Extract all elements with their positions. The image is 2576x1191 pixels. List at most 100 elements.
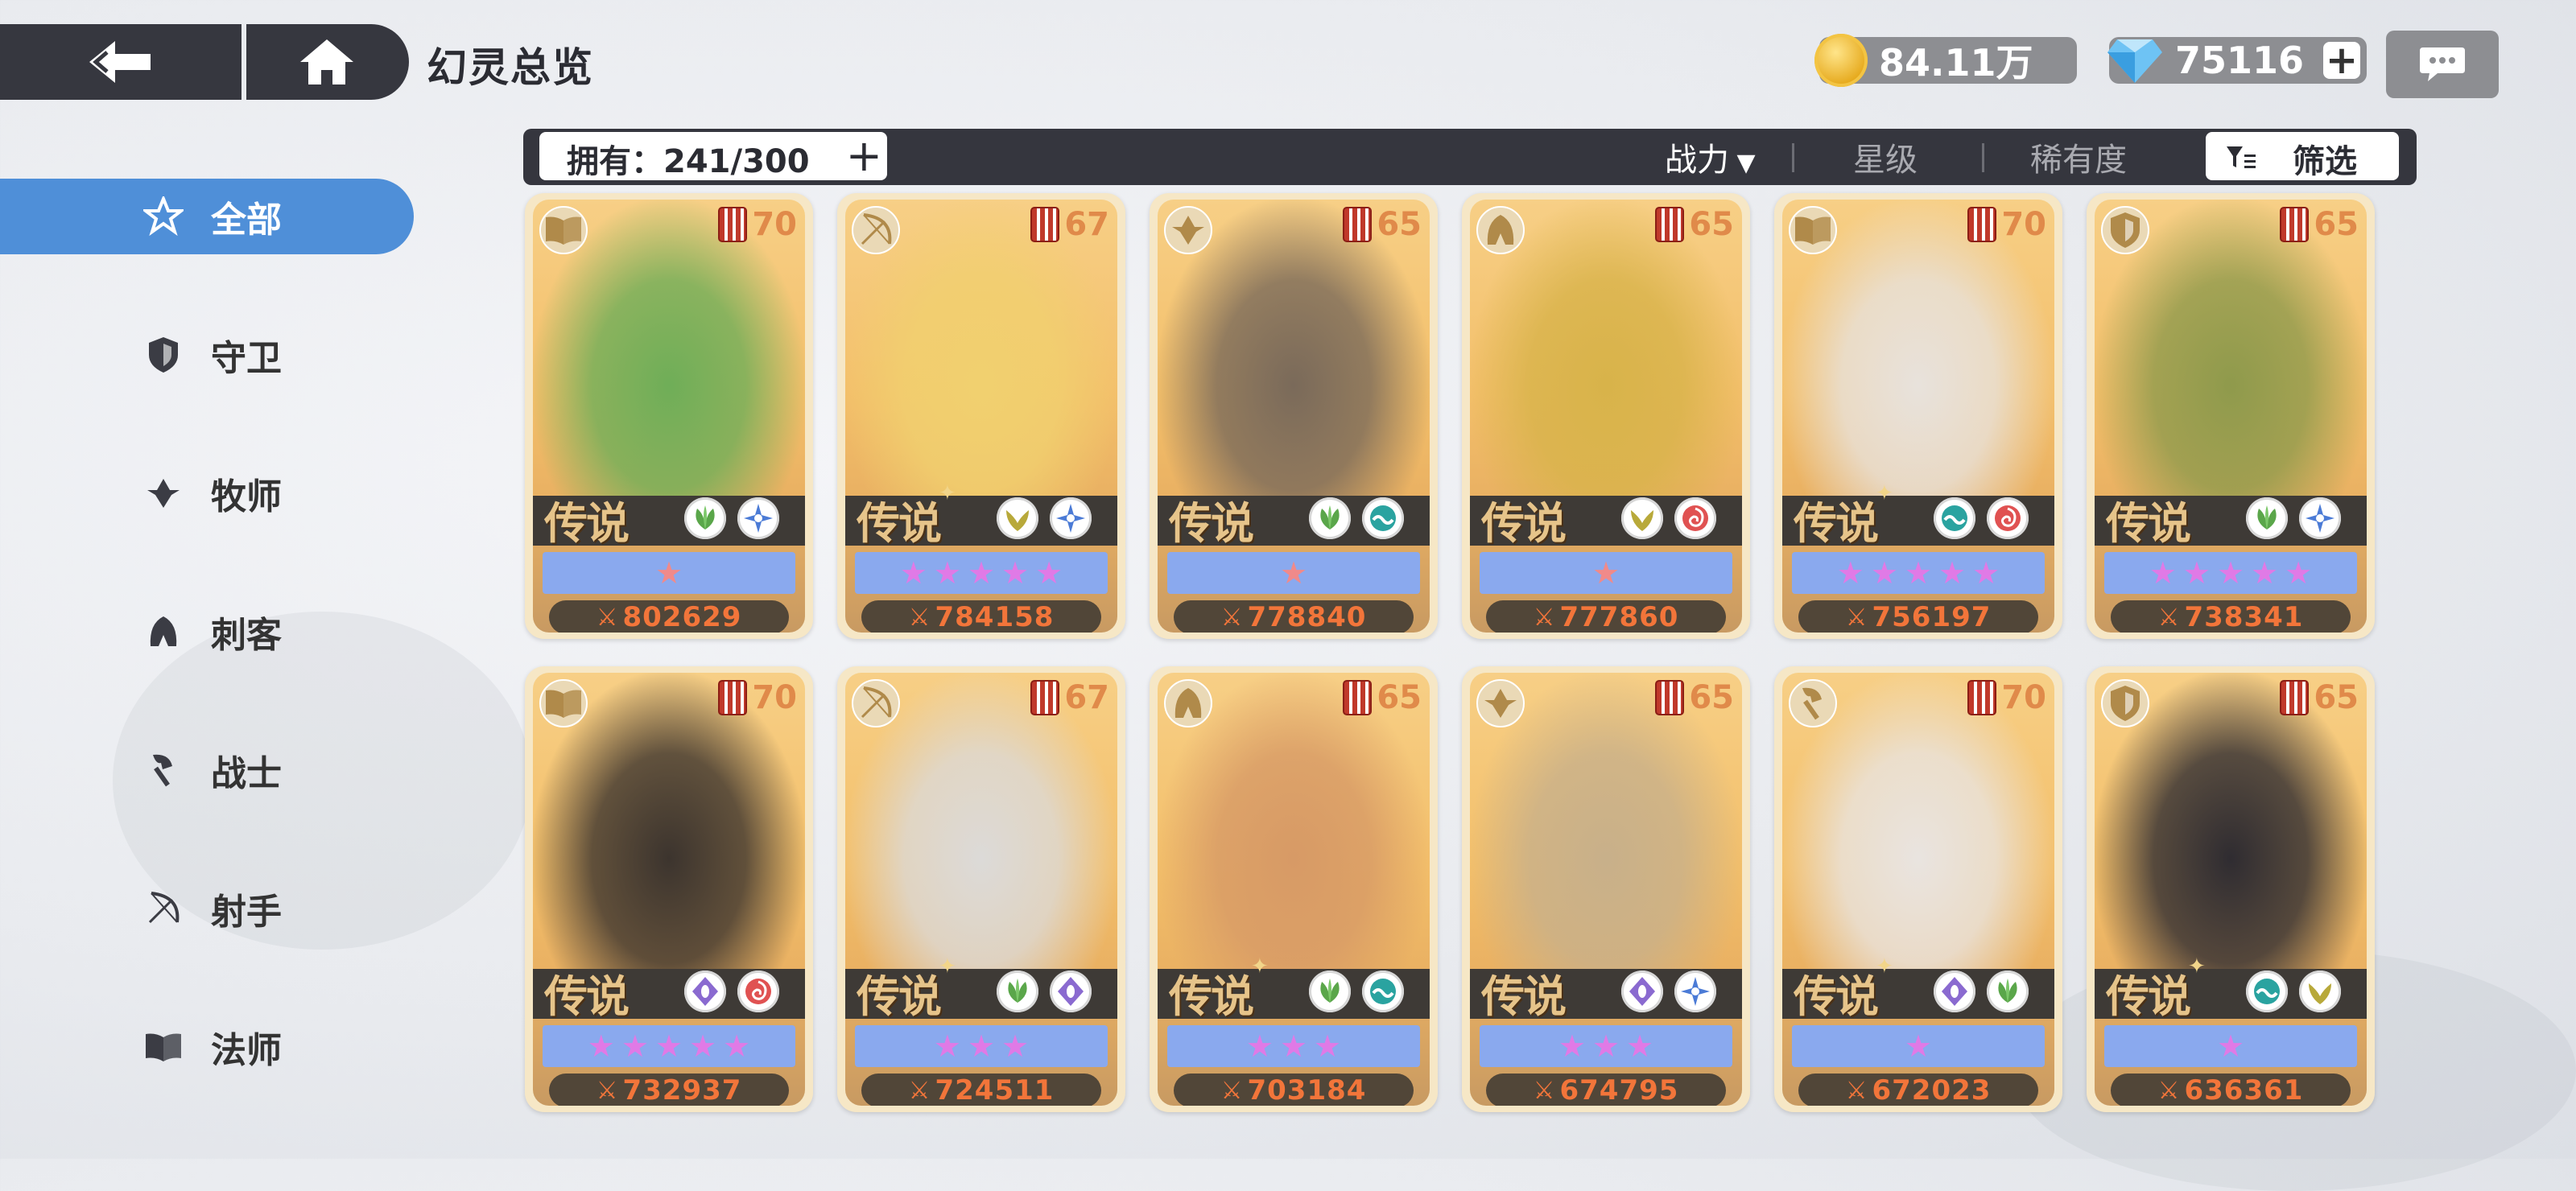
diamond-counter: 75116 +	[2107, 37, 2367, 84]
sidebar-item-label: 法师	[211, 1030, 282, 1071]
sidebar-item-3[interactable]: 刺客	[0, 594, 414, 670]
level-badge: 65	[2280, 679, 2359, 716]
star-icon: ★	[933, 1028, 961, 1064]
level-bars-icon	[1967, 680, 1997, 715]
sidebar-item-label: 全部	[211, 200, 282, 241]
sort-power-button[interactable]: 战力 ▼	[1665, 134, 1756, 180]
priest-icon	[143, 473, 184, 513]
shield-icon	[143, 335, 184, 375]
element-water-icon	[2246, 971, 2288, 1012]
filter-button[interactable]: 筛选	[2206, 132, 2399, 180]
element-water-icon	[1362, 971, 1404, 1012]
hero-card[interactable]: 传说 ★ ★ ★ ⚔ 674795 65	[1462, 666, 1750, 1112]
level-badge: 65	[1655, 679, 1734, 716]
warrior-axe-icon	[1789, 679, 1837, 727]
power-value: 674795	[1559, 1074, 1679, 1106]
power-bar: ⚔ 724511	[861, 1074, 1101, 1106]
sidebar-item-0[interactable]: 全部	[0, 179, 414, 254]
star-icon: ★	[2285, 555, 2313, 591]
hero-card[interactable]: 传说 ✦ ★ ★ ★ ⚔ 703184 65	[1150, 666, 1438, 1112]
chat-button[interactable]	[2386, 31, 2499, 98]
owned-count-box[interactable]: 拥有：241/300 +	[539, 132, 887, 180]
gold-value: 84.11万	[1879, 41, 2033, 84]
power-bar: ⚔ 672023	[1798, 1074, 2038, 1106]
hero-card[interactable]: 传说 ✦ ★ ⚔ 672023 70	[1774, 666, 2062, 1112]
diamond-value: 75116	[2175, 39, 2305, 82]
level-bars-icon	[718, 207, 748, 242]
rarity-label: 传说	[1169, 971, 1254, 1022]
home-button[interactable]	[246, 24, 407, 100]
power-value: 784158	[935, 601, 1055, 633]
star-icon: ★	[2182, 555, 2211, 591]
hero-card-frame: 传说 ✦ ★ ★ ★ ⚔ 703184 65	[1158, 673, 1430, 1106]
level-value: 65	[1377, 679, 1422, 716]
hero-card[interactable]: 传说 ★ ⚔ 778840 65	[1150, 193, 1438, 639]
sidebar-item-6[interactable]: 法师	[0, 1009, 414, 1085]
level-bars-icon	[1967, 207, 1997, 242]
power-bar: ⚔ 777860	[1486, 600, 1726, 633]
sidebar-item-4[interactable]: 战士	[0, 732, 414, 808]
star-rating: ★	[1167, 552, 1420, 594]
star-icon: ★	[1938, 555, 1967, 591]
sidebar-item-label: 刺客	[211, 615, 282, 656]
star-icon: ★	[933, 555, 961, 591]
crossed-swords-icon: ⚔	[1845, 603, 1868, 632]
star-icon: ★	[1836, 555, 1864, 591]
star-rating: ★	[543, 552, 795, 594]
hero-card[interactable]: 传说 ✦ ★ ★ ★ ★ ★ ⚔ 756197 70	[1774, 193, 2062, 639]
level-bars-icon	[2280, 207, 2310, 242]
hero-card[interactable]: 传说 ✦ ★ ★ ★ ⚔ 724511 67	[837, 666, 1125, 1112]
element-nature-icon	[1987, 971, 2029, 1012]
star-icon: ★	[2216, 555, 2245, 591]
sidebar-item-label: 射手	[211, 892, 282, 933]
level-badge: 65	[1343, 679, 1422, 716]
power-bar: ⚔ 674795	[1486, 1074, 1726, 1106]
element-dark-icon	[1621, 971, 1663, 1012]
hero-card-frame: 传说 ★ ⚔ 777860 65	[1470, 200, 1742, 633]
sidebar-item-2[interactable]: 牧师	[0, 455, 414, 531]
level-value: 65	[2314, 206, 2359, 243]
star-rating: ★	[1480, 552, 1732, 594]
sidebar-item-1[interactable]: 守卫	[0, 317, 414, 393]
star-icon: ★	[2216, 1028, 2245, 1064]
rarity-label: 传说	[1794, 971, 1879, 1022]
hero-card[interactable]: 传说 ★ ★ ★ ★ ★ ⚔ 732937 70	[525, 666, 813, 1112]
crossed-swords-icon: ⚔	[596, 603, 618, 632]
toolbar-divider	[1792, 143, 1794, 172]
element-fire-icon	[737, 971, 779, 1012]
hero-card[interactable]: 传说 ✦ ★ ★ ★ ★ ★ ⚔ 784158 67	[837, 193, 1125, 639]
element-dark-icon	[1050, 971, 1092, 1012]
rarity-label: 传说	[1169, 497, 1254, 549]
hero-card[interactable]: 传说 ★ ⚔ 777860 65	[1462, 193, 1750, 639]
hero-card[interactable]: 传说 ★ ★ ★ ★ ★ ⚔ 738341 65	[2087, 193, 2375, 639]
star-icon: ★	[723, 1028, 751, 1064]
star-icon: ★	[689, 1028, 717, 1064]
expand-capacity-icon[interactable]: +	[846, 134, 882, 178]
rarity-label: 传说	[1481, 971, 1567, 1022]
home-icon	[300, 39, 353, 84]
sort-stars-button[interactable]: 星级	[1853, 134, 1918, 180]
sort-rarity-button[interactable]: 稀有度	[2030, 134, 2127, 180]
shield-icon	[2101, 679, 2149, 727]
rarity-label: 传说	[2106, 971, 2191, 1022]
back-button[interactable]	[0, 24, 240, 100]
hero-card[interactable]: 传说 ★ ⚔ 802629 70	[525, 193, 813, 639]
star-icon: ★	[1001, 555, 1030, 591]
gold-counter: 84.11万	[1814, 34, 2077, 87]
toolbar-divider	[1982, 143, 1984, 172]
star-icon: ★	[1626, 1028, 1654, 1064]
sidebar-item-5[interactable]: 射手	[0, 871, 414, 946]
hero-card[interactable]: 传说 ✦ ★ ⚔ 636361 65	[2087, 666, 2375, 1112]
rarity-plus-icon: ✦	[1876, 481, 1893, 505]
level-value: 70	[752, 206, 797, 243]
diamond-icon	[2107, 39, 2162, 83]
star-icon: ★	[1591, 555, 1620, 591]
element-nature-icon	[684, 497, 726, 539]
level-badge: 67	[1030, 679, 1109, 716]
power-value: 672023	[1872, 1074, 1992, 1106]
add-diamonds-button[interactable]: +	[2323, 41, 2360, 80]
star-icon: ★	[967, 555, 996, 591]
level-badge: 67	[1030, 206, 1109, 243]
star-icon: ★	[2149, 555, 2177, 591]
sidebar-item-label: 守卫	[211, 338, 282, 379]
